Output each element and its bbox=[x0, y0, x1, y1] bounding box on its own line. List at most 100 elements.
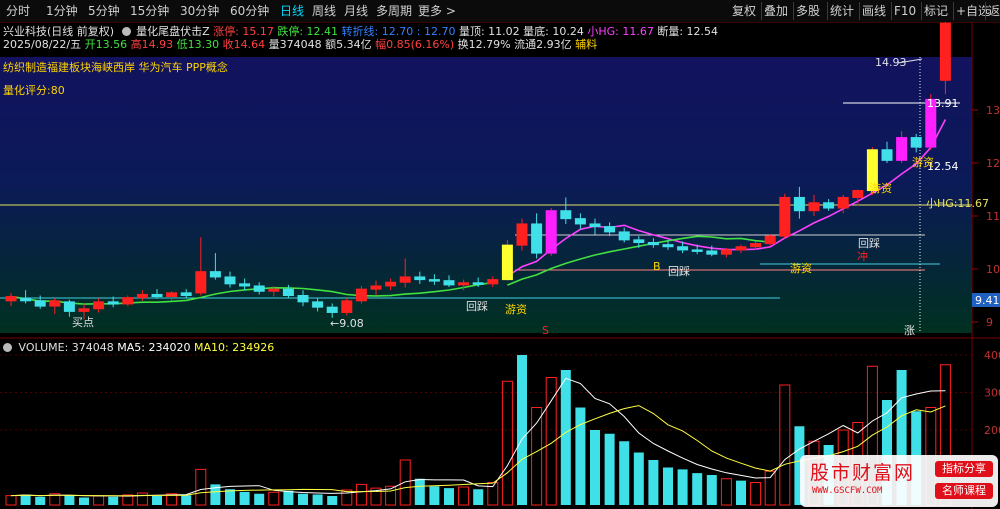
candle-body bbox=[458, 282, 470, 286]
volume-bar bbox=[254, 493, 265, 505]
toolbar-mark[interactable]: 标记 bbox=[924, 3, 948, 19]
toolbar-separator bbox=[921, 2, 922, 20]
volume-tick-label: 200 bbox=[984, 424, 1000, 437]
badge-indicator-share[interactable]: 指标分享 bbox=[935, 461, 993, 477]
candle-body bbox=[472, 282, 484, 285]
toolbar-restore-right[interactable]: 复权 bbox=[732, 3, 756, 19]
youzi-label-2: 游资 bbox=[790, 262, 812, 275]
candle-body bbox=[677, 246, 689, 251]
toolbar-draw-line[interactable]: 画线 bbox=[862, 3, 886, 19]
candle-body bbox=[910, 137, 922, 148]
huicai-label-2: 回踩 bbox=[668, 265, 690, 278]
volume-bar bbox=[517, 355, 527, 505]
candle-body bbox=[750, 243, 762, 248]
volume-bar bbox=[590, 430, 600, 505]
kline-chart[interactable]: 910111213 200300400 14.93←9.08小HG:11.671… bbox=[0, 22, 1000, 509]
volume-bar bbox=[473, 489, 484, 505]
candle-body bbox=[501, 244, 513, 281]
huicai-label-3: 回踩 bbox=[858, 237, 880, 250]
tab-15min[interactable]: 15分钟 bbox=[130, 3, 169, 19]
tab-30min[interactable]: 30分钟 bbox=[180, 3, 219, 19]
candle-body bbox=[355, 288, 367, 302]
candle-body bbox=[224, 276, 236, 285]
candle-body bbox=[487, 279, 499, 285]
volume-bar bbox=[677, 469, 688, 505]
candle-body bbox=[574, 218, 586, 225]
candle-body bbox=[706, 250, 718, 255]
level-1391-label: 13.91 bbox=[927, 97, 959, 110]
toolbar-statistics[interactable]: 统计 bbox=[830, 3, 854, 19]
price-panel-bg bbox=[0, 57, 972, 333]
tab-5min[interactable]: 5分钟 bbox=[88, 3, 120, 19]
volume-tick-label: 300 bbox=[984, 387, 1000, 400]
candle-body bbox=[151, 293, 163, 298]
toolbar-f10[interactable]: F10 bbox=[894, 3, 916, 19]
candle-body bbox=[414, 276, 426, 281]
tab-multi[interactable]: 多周期 bbox=[376, 3, 412, 19]
volume-bar bbox=[312, 494, 323, 505]
price-tick-label: 10 bbox=[986, 263, 1000, 276]
low-price-label: ←9.08 bbox=[330, 317, 364, 330]
candle-body bbox=[341, 300, 353, 313]
volume-settings-icon[interactable] bbox=[3, 343, 12, 352]
volume-bar bbox=[706, 475, 717, 505]
tab-weekly[interactable]: 周线 bbox=[312, 3, 336, 19]
volume-bar bbox=[152, 496, 162, 505]
candle-body bbox=[385, 281, 397, 287]
candle-body bbox=[63, 301, 75, 312]
toolbar-separator bbox=[891, 2, 892, 20]
price-tick-label: 12 bbox=[986, 157, 1000, 170]
tab-1min[interactable]: 1分钟 bbox=[46, 3, 78, 19]
tab-60min[interactable]: 60分钟 bbox=[230, 3, 269, 19]
candle-body bbox=[180, 292, 192, 297]
volume-bar bbox=[79, 497, 89, 505]
toolbar-separator bbox=[827, 2, 828, 20]
tab-monthly[interactable]: 月线 bbox=[344, 3, 368, 19]
volume-bar bbox=[414, 478, 425, 505]
volume-bar bbox=[35, 496, 46, 505]
volume-tick-label: 400 bbox=[984, 349, 1000, 362]
candle-body bbox=[49, 300, 61, 307]
buy-mark-b: B bbox=[653, 260, 661, 273]
candle-body bbox=[209, 271, 221, 278]
candle-body bbox=[166, 292, 178, 298]
candle-body bbox=[78, 308, 90, 312]
candle-body bbox=[560, 210, 572, 220]
candle-body bbox=[531, 223, 543, 254]
volume-bar bbox=[429, 486, 440, 505]
candle-body bbox=[662, 244, 674, 248]
volume-bar bbox=[64, 495, 75, 505]
volume-bar bbox=[444, 488, 454, 505]
candle-body bbox=[136, 293, 148, 299]
volume-bar bbox=[663, 467, 673, 505]
price-tick-label: 9 bbox=[986, 316, 993, 329]
toolbar-back[interactable]: 返回 bbox=[988, 3, 1000, 19]
candle-body bbox=[268, 288, 280, 292]
concept-tags[interactable]: 纺织制造福建板块海峡西岸 华为汽车 PPP概念 bbox=[3, 61, 228, 75]
huicai-label-1: 回踩 bbox=[466, 300, 488, 313]
tab-more[interactable]: 更多 > bbox=[418, 3, 456, 19]
toolbar-overlay[interactable]: 叠加 bbox=[764, 3, 788, 19]
toolbar-separator bbox=[985, 2, 986, 20]
candle-body bbox=[618, 231, 630, 241]
candle-body bbox=[195, 271, 207, 294]
tab-minute[interactable]: 分时 bbox=[6, 3, 30, 19]
volume-header: VOLUME: 374048 MA5: 234020 MA10: 234926 bbox=[3, 341, 274, 355]
candle-body bbox=[122, 297, 134, 305]
candle-body bbox=[253, 285, 265, 292]
volume-bar bbox=[575, 407, 586, 505]
watermark-url: WWW.GSCFW.COM bbox=[812, 486, 883, 496]
zhang-label: 涨 bbox=[904, 324, 915, 337]
youzi-label-4: 游资 bbox=[912, 156, 934, 169]
price-tick-label: 11 bbox=[986, 210, 1000, 223]
candle-body bbox=[852, 190, 864, 198]
badge-courses[interactable]: 名师课程 bbox=[935, 483, 993, 499]
candle-body bbox=[326, 306, 338, 313]
candle-body bbox=[297, 295, 309, 303]
candle-body bbox=[735, 246, 747, 251]
tab-daily[interactable]: 日线 bbox=[280, 3, 304, 19]
candle-body bbox=[720, 249, 732, 255]
candle-body bbox=[823, 202, 835, 209]
candle-body bbox=[239, 283, 251, 287]
toolbar-multi-stock[interactable]: 多股 bbox=[796, 3, 820, 19]
